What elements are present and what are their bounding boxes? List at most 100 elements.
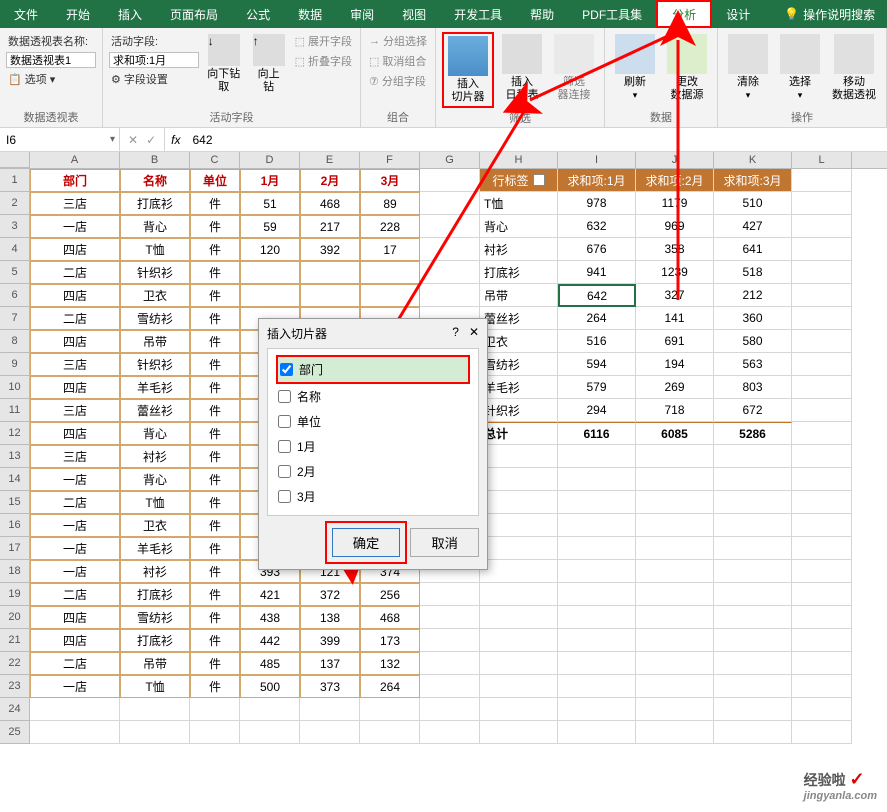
cell[interactable]: 372 bbox=[300, 583, 360, 606]
cell[interactable]: 雪纺衫 bbox=[480, 353, 558, 376]
cell[interactable]: 一店 bbox=[30, 514, 120, 537]
cell[interactable] bbox=[480, 629, 558, 652]
cell[interactable]: 件 bbox=[190, 606, 240, 629]
row-header[interactable]: 9 bbox=[0, 353, 30, 376]
cell[interactable]: 打底衫 bbox=[120, 629, 190, 652]
cell[interactable]: 269 bbox=[636, 376, 714, 399]
cell[interactable]: 件 bbox=[190, 399, 240, 422]
slicer-field-row[interactable]: 名称 bbox=[276, 384, 470, 409]
cell[interactable] bbox=[420, 238, 480, 261]
cell[interactable]: 背心 bbox=[120, 215, 190, 238]
slicer-field-row[interactable]: 部门 bbox=[276, 355, 470, 384]
cell[interactable]: 件 bbox=[190, 376, 240, 399]
slicer-checkbox[interactable] bbox=[278, 440, 291, 453]
cell[interactable]: 6116 bbox=[558, 422, 636, 445]
cell[interactable]: 二店 bbox=[30, 491, 120, 514]
col-header[interactable]: L bbox=[792, 152, 852, 168]
cell[interactable] bbox=[636, 560, 714, 583]
cell[interactable]: 264 bbox=[558, 307, 636, 330]
dialog-close-icon[interactable]: ✕ bbox=[469, 325, 479, 342]
cell[interactable]: 二店 bbox=[30, 583, 120, 606]
cell[interactable]: 件 bbox=[190, 537, 240, 560]
cell[interactable]: 三店 bbox=[30, 192, 120, 215]
col-header[interactable]: D bbox=[240, 152, 300, 168]
cell[interactable]: 1月 bbox=[240, 169, 300, 192]
cell[interactable]: 雪纺衫 bbox=[120, 307, 190, 330]
filter-dropdown-icon[interactable] bbox=[533, 174, 545, 186]
row-header[interactable]: 17 bbox=[0, 537, 30, 560]
cell[interactable]: 衬衫 bbox=[120, 560, 190, 583]
cell[interactable]: 516 bbox=[558, 330, 636, 353]
cell[interactable]: 978 bbox=[558, 192, 636, 215]
cell[interactable]: 背心 bbox=[120, 422, 190, 445]
cell[interactable] bbox=[30, 721, 120, 744]
cell[interactable]: T恤 bbox=[120, 675, 190, 698]
change-source-button[interactable]: 更改 数据源 bbox=[663, 32, 711, 104]
cell[interactable] bbox=[714, 445, 792, 468]
cell[interactable] bbox=[558, 583, 636, 606]
cell[interactable] bbox=[792, 468, 852, 491]
refresh-button[interactable]: 刷新▾ bbox=[611, 32, 659, 104]
cell[interactable] bbox=[480, 514, 558, 537]
cell[interactable]: 438 bbox=[240, 606, 300, 629]
cell[interactable] bbox=[636, 491, 714, 514]
slicer-checkbox[interactable] bbox=[280, 363, 293, 376]
cell[interactable] bbox=[480, 560, 558, 583]
cell[interactable] bbox=[792, 238, 852, 261]
cell[interactable]: 3月 bbox=[360, 169, 420, 192]
col-header[interactable]: G bbox=[420, 152, 480, 168]
cell[interactable]: 蕾丝衫 bbox=[480, 307, 558, 330]
cell[interactable]: 件 bbox=[190, 629, 240, 652]
cell[interactable]: 212 bbox=[714, 284, 792, 307]
cell[interactable]: 件 bbox=[190, 284, 240, 307]
cell[interactable] bbox=[792, 422, 852, 445]
col-header[interactable]: J bbox=[636, 152, 714, 168]
row-header[interactable]: 20 bbox=[0, 606, 30, 629]
row-header[interactable]: 7 bbox=[0, 307, 30, 330]
name-box[interactable]: I6 bbox=[0, 128, 120, 151]
cell[interactable] bbox=[190, 698, 240, 721]
cell[interactable]: 580 bbox=[714, 330, 792, 353]
cell[interactable]: 背心 bbox=[120, 468, 190, 491]
row-header[interactable]: 13 bbox=[0, 445, 30, 468]
cell[interactable]: 228 bbox=[360, 215, 420, 238]
drill-down-button[interactable]: ↓向下钻取 bbox=[203, 32, 245, 96]
cell[interactable]: 718 bbox=[636, 399, 714, 422]
cell[interactable]: 针织衫 bbox=[480, 399, 558, 422]
cell[interactable]: 632 bbox=[558, 215, 636, 238]
cell[interactable] bbox=[558, 675, 636, 698]
cell[interactable]: 399 bbox=[300, 629, 360, 652]
cell[interactable]: 294 bbox=[558, 399, 636, 422]
cell[interactable] bbox=[792, 514, 852, 537]
cell[interactable] bbox=[300, 721, 360, 744]
cell[interactable] bbox=[420, 215, 480, 238]
cell[interactable]: 羊毛衫 bbox=[480, 376, 558, 399]
cell[interactable]: 三店 bbox=[30, 353, 120, 376]
cell[interactable]: 吊带 bbox=[120, 330, 190, 353]
cancel-icon[interactable]: ✕ bbox=[128, 133, 138, 147]
tab-pdf[interactable]: PDF工具集 bbox=[568, 0, 656, 28]
cell[interactable] bbox=[636, 675, 714, 698]
cell[interactable]: 卫衣 bbox=[120, 514, 190, 537]
cell[interactable]: 二店 bbox=[30, 261, 120, 284]
cell[interactable]: 蕾丝衫 bbox=[120, 399, 190, 422]
cell[interactable] bbox=[558, 537, 636, 560]
cell[interactable] bbox=[636, 583, 714, 606]
cell[interactable]: 137 bbox=[300, 652, 360, 675]
cell[interactable] bbox=[480, 583, 558, 606]
row-header[interactable]: 18 bbox=[0, 560, 30, 583]
cell[interactable] bbox=[420, 698, 480, 721]
cell[interactable]: 1179 bbox=[636, 192, 714, 215]
tab-home[interactable]: 开始 bbox=[52, 0, 104, 28]
cell[interactable] bbox=[714, 468, 792, 491]
row-header[interactable]: 2 bbox=[0, 192, 30, 215]
cell[interactable] bbox=[792, 215, 852, 238]
field-settings-button[interactable]: ⚙ 字段设置 bbox=[109, 70, 199, 88]
cell[interactable]: 求和项:3月 bbox=[714, 169, 792, 192]
cell[interactable] bbox=[636, 445, 714, 468]
cell[interactable]: 485 bbox=[240, 652, 300, 675]
cell[interactable] bbox=[420, 652, 480, 675]
expand-field-button[interactable]: ⬚ 展开字段 bbox=[293, 32, 354, 50]
cell[interactable] bbox=[558, 652, 636, 675]
col-header[interactable]: H bbox=[480, 152, 558, 168]
